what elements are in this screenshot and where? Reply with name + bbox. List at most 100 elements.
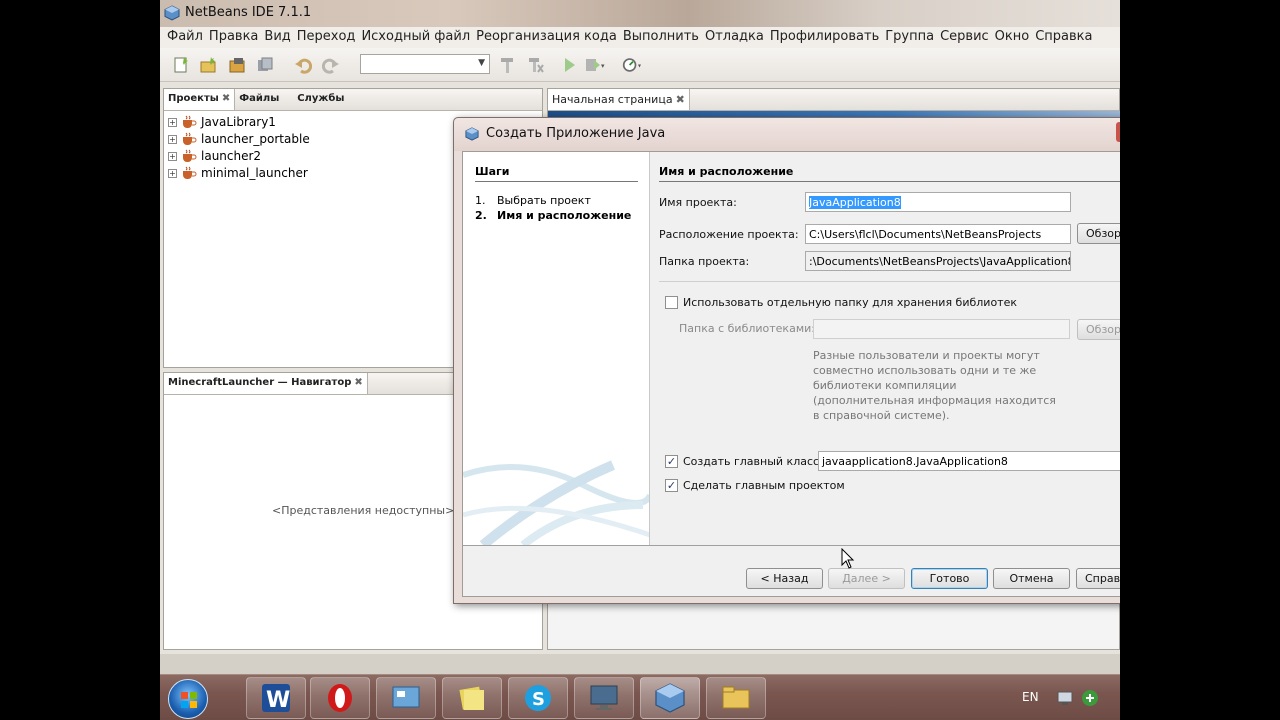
tree-item-label: launcher2 xyxy=(201,149,262,163)
close-icon[interactable] xyxy=(1116,122,1120,142)
create-main-class-checkbox[interactable]: ✓ xyxy=(665,455,678,468)
expand-icon[interactable]: + xyxy=(168,168,177,178)
dialog-body: Шаги 1. Выбрать проект 2. Имя и расположен… xyxy=(462,151,1120,597)
expand-icon[interactable]: + xyxy=(168,134,177,144)
project-folder-label: Папка проекта: xyxy=(659,255,750,268)
tab-start-page-label: Начальная страница xyxy=(552,93,673,106)
taskbar-control-panel-button[interactable] xyxy=(376,677,436,719)
menu-help[interactable]: Справка xyxy=(1032,27,1095,48)
separate-libs-checkbox[interactable] xyxy=(665,296,678,309)
save-all-button[interactable] xyxy=(254,54,276,76)
menu-profile[interactable]: Профилировать xyxy=(767,27,882,48)
projects-panel-tabs: Проекты ✖ Файлы Службы xyxy=(164,89,542,111)
libs-folder-label: Папка с библиотеками: xyxy=(679,322,815,335)
steps-divider xyxy=(475,181,638,182)
taskbar-netbeans-button[interactable] xyxy=(640,677,700,719)
project-location-input[interactable]: C:\Users\flcl\Documents\NetBeansProjects xyxy=(805,224,1071,244)
tree-item-launcher2[interactable]: + launcher2 xyxy=(168,148,261,164)
taskbar-remote-desktop-button[interactable] xyxy=(574,677,634,719)
network-icon[interactable] xyxy=(1056,689,1074,707)
steps-title: Шаги xyxy=(475,165,510,178)
set-main-project-checkbox[interactable]: ✓ xyxy=(665,479,678,492)
build-button[interactable] xyxy=(496,54,518,76)
word-icon: W xyxy=(262,684,290,713)
clean-build-button[interactable] xyxy=(525,54,547,76)
menu-edit[interactable]: Правка xyxy=(206,27,261,48)
set-main-project-label: Сделать главным проектом xyxy=(683,479,845,492)
taskbar-word-button[interactable]: W xyxy=(246,677,306,719)
profile-gauge-icon: ▾ xyxy=(622,58,641,72)
window-title: NetBeans IDE 7.1.1 xyxy=(185,5,312,20)
next-button[interactable]: Далее > xyxy=(828,568,905,589)
divider xyxy=(463,545,659,546)
netbeans-app-icon xyxy=(655,683,685,713)
tab-navigator-label: MinecraftLauncher — Навигатор xyxy=(168,377,352,388)
menu-source[interactable]: Исходный файл xyxy=(358,27,473,48)
taskbar-explorer-button[interactable] xyxy=(706,677,766,719)
screen: NetBeans IDE 7.1.1 Файл Правка Вид Перех… xyxy=(160,0,1120,720)
control-panel-icon xyxy=(392,686,420,708)
svg-text:W: W xyxy=(266,688,290,713)
project-name-input[interactable]: JavaApplication8 xyxy=(805,192,1071,212)
step-number: 1. xyxy=(475,194,486,207)
taskbar-sticky-notes-button[interactable] xyxy=(442,677,502,719)
open-project-button[interactable] xyxy=(226,54,248,76)
expand-icon[interactable]: + xyxy=(168,117,177,127)
language-indicator[interactable]: EN xyxy=(1022,690,1039,704)
close-icon[interactable]: ✖ xyxy=(676,93,685,106)
help-button[interactable]: Справка xyxy=(1076,568,1120,589)
tab-navigator[interactable]: MinecraftLauncher — Навигатор ✖ xyxy=(164,373,368,394)
tree-item-javalibrary1[interactable]: + JavaLibrary1 xyxy=(168,114,276,130)
project-location-browse-button[interactable]: Обзор... xyxy=(1077,223,1120,244)
sticky-notes-icon xyxy=(459,686,484,710)
menu-navigate[interactable]: Переход xyxy=(294,27,359,48)
finish-button[interactable]: Готово xyxy=(911,568,988,589)
step-1: 1. Выбрать проект xyxy=(475,194,591,207)
tab-services[interactable]: Службы xyxy=(293,89,353,110)
project-folder-input[interactable]: :\Documents\NetBeansProjects\JavaApplica… xyxy=(805,251,1071,271)
profile-button[interactable]: ▾ xyxy=(622,54,644,76)
tree-item-label: JavaLibrary1 xyxy=(201,115,276,129)
menu-refactor[interactable]: Реорганизация кода xyxy=(473,27,620,48)
debug-button[interactable]: ▾ xyxy=(584,54,606,76)
close-icon[interactable]: ✖ xyxy=(222,93,230,104)
cancel-button[interactable]: Отмена xyxy=(993,568,1070,589)
menu-run[interactable]: Выполнить xyxy=(620,27,702,48)
taskbar-skype-button[interactable]: S xyxy=(508,677,568,719)
close-icon[interactable]: ✖ xyxy=(354,377,362,388)
menu-view[interactable]: Вид xyxy=(261,27,293,48)
new-file-button[interactable] xyxy=(170,54,192,76)
start-button[interactable] xyxy=(168,679,208,719)
taskbar-opera-button[interactable] xyxy=(310,677,370,719)
divider xyxy=(659,545,1120,546)
tab-projects[interactable]: Проекты ✖ xyxy=(164,89,236,110)
libs-folder-browse-button[interactable]: Обзор... xyxy=(1077,319,1120,340)
tab-projects-label: Проекты xyxy=(168,93,219,104)
project-name-label: Имя проекта: xyxy=(659,196,737,209)
name-location-form: Имя и расположение Имя проекта: JavaAppl… xyxy=(659,152,1120,545)
menu-debug[interactable]: Отладка xyxy=(702,27,767,48)
tab-files[interactable]: Файлы xyxy=(235,89,293,110)
redo-button[interactable] xyxy=(320,54,342,76)
tray-app-icon[interactable] xyxy=(1080,688,1100,708)
main-class-input[interactable]: javaapplication8.JavaApplication8 xyxy=(818,451,1120,471)
chevron-down-icon: ▼ xyxy=(478,58,485,68)
run-button[interactable] xyxy=(558,54,580,76)
menu-tools[interactable]: Сервис xyxy=(937,27,992,48)
dialog-title-bar[interactable]: Создать Приложение Java xyxy=(454,118,1120,151)
configuration-combo[interactable]: ▼ xyxy=(360,54,490,74)
tree-item-minimal-launcher[interactable]: + minimal_launcher xyxy=(168,165,308,181)
new-project-button[interactable] xyxy=(197,54,219,76)
back-button[interactable]: < Назад xyxy=(746,568,823,589)
window-title-bar[interactable]: NetBeans IDE 7.1.1 xyxy=(160,0,1120,27)
monitor-icon xyxy=(590,685,618,710)
menu-file[interactable]: Файл xyxy=(164,27,206,48)
tree-item-launcher-portable[interactable]: + launcher_portable xyxy=(168,131,310,147)
undo-button[interactable] xyxy=(292,54,314,76)
expand-icon[interactable]: + xyxy=(168,151,177,161)
menu-team[interactable]: Группа xyxy=(882,27,937,48)
libs-folder-input[interactable] xyxy=(813,319,1070,339)
tab-start-page[interactable]: Начальная страница ✖ xyxy=(548,89,690,110)
menu-window[interactable]: Окно xyxy=(992,27,1033,48)
java-project-icon xyxy=(183,166,197,179)
